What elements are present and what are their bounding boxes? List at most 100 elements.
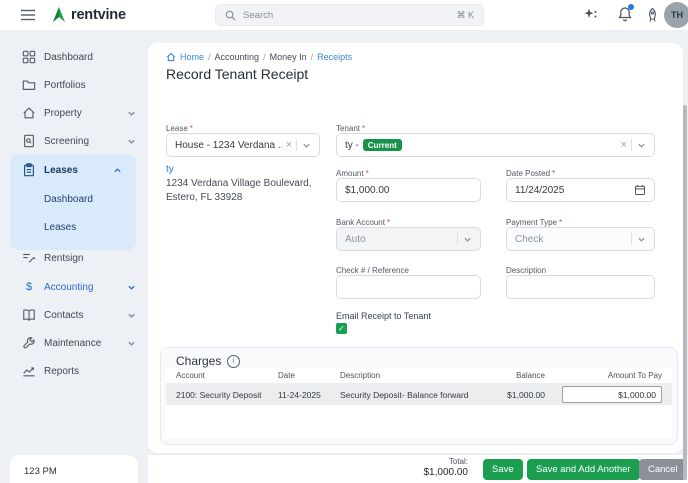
email-receipt-label: Email Receipt to Tenant <box>336 311 431 321</box>
document-search-icon <box>22 134 36 148</box>
breadcrumb-separator: / <box>208 52 211 62</box>
cell-balance: $1,000.00 <box>463 390 545 400</box>
total-label: Total: <box>398 457 468 466</box>
rentvine-logo-text[interactable]: rentvine <box>71 7 126 23</box>
wrench-icon <box>22 336 36 350</box>
lease-address: 1234 Verdana Village Boulevard, Estero, … <box>166 177 338 204</box>
breadcrumb-accounting[interactable]: Accounting <box>215 52 260 62</box>
hamburger-menu-icon[interactable] <box>20 8 36 22</box>
charges-title: Charges <box>176 354 221 368</box>
description-label: Description <box>506 266 546 275</box>
tenant-label: Tenant* <box>336 124 365 133</box>
breadcrumb-receipts-link[interactable]: Receipts <box>317 52 352 62</box>
email-receipt-checkbox[interactable]: ✓ <box>336 323 347 334</box>
payment-type-value: Check <box>515 234 631 245</box>
total-value: $1,000.00 <box>398 467 468 478</box>
tenant-select[interactable]: ty - Current × <box>336 133 655 157</box>
required-asterisk: * <box>190 124 193 133</box>
col-header-description: Description <box>340 371 380 380</box>
rentvine-logo-icon[interactable] <box>50 5 68 24</box>
chart-icon <box>22 364 36 378</box>
divider <box>631 139 632 151</box>
col-header-balance: Balance <box>463 371 545 380</box>
current-status-badge: Current <box>363 139 402 151</box>
lease-label: Lease* <box>166 124 193 133</box>
chevron-down-icon[interactable] <box>302 141 311 150</box>
calendar-icon[interactable] <box>634 184 646 196</box>
sidebar-item-property[interactable]: Property <box>22 103 136 123</box>
sidebar-item-leases[interactable]: Leases <box>22 160 122 180</box>
chevron-down-icon <box>127 283 136 292</box>
bank-account-value: Auto <box>345 234 457 245</box>
cell-date: 11-24-2025 <box>278 390 321 400</box>
lease-select-value: House - 1234 Verdana ... <box>175 140 282 151</box>
sidebar-item-rentsign[interactable]: Rentsign <box>22 248 136 268</box>
description-input[interactable] <box>506 275 655 299</box>
user-avatar[interactable]: TH <box>664 2 688 28</box>
chevron-down-icon[interactable] <box>463 235 472 244</box>
lease-select[interactable]: House - 1234 Verdana ... × <box>166 133 320 157</box>
sidebar-sublabel: Leases <box>44 222 76 233</box>
sidebar-item-maintenance[interactable]: Maintenance <box>22 333 136 353</box>
divider <box>631 233 632 245</box>
sidebar-subitem-leases-dashboard[interactable]: Dashboard <box>44 194 93 205</box>
sidebar-label: Dashboard <box>44 52 93 63</box>
save-button[interactable]: Save <box>483 459 523 480</box>
signature-icon <box>22 251 36 265</box>
sidebar-item-reports[interactable]: Reports <box>22 361 136 381</box>
sidebar-label: Accounting <box>44 282 127 293</box>
sidebar-label: Maintenance <box>44 338 127 349</box>
info-icon[interactable]: i <box>227 355 240 368</box>
date-posted-input[interactable]: 11/24/2025 <box>506 178 655 202</box>
breadcrumb-separator: / <box>263 52 266 62</box>
amount-to-pay-input[interactable] <box>562 386 662 403</box>
divider <box>457 233 458 245</box>
breadcrumb: Home / Accounting / Money In / Receipts <box>166 52 352 62</box>
rocket-icon[interactable] <box>645 7 660 23</box>
tenant-select-value: ty - <box>345 140 359 151</box>
cell-description: Security Deposit- Balance forward <box>340 390 469 400</box>
sidebar-label: Rentsign <box>44 253 83 264</box>
save-and-add-another-button[interactable]: Save and Add Another <box>527 459 640 480</box>
required-asterisk: * <box>366 169 369 178</box>
chevron-down-icon <box>127 109 136 118</box>
home-icon <box>22 106 36 120</box>
vertical-scrollbar[interactable] <box>683 105 687 480</box>
cell-account: 2100: Security Deposit <box>176 390 262 400</box>
ai-sparkle-icon[interactable] <box>583 7 599 23</box>
required-asterisk: * <box>387 218 390 227</box>
bank-account-select[interactable]: Auto <box>336 227 481 251</box>
search-shortcut: ⌘ K <box>456 10 474 21</box>
sidebar-label: Leases <box>44 165 113 176</box>
check-reference-input[interactable] <box>336 275 481 299</box>
clear-icon[interactable]: × <box>282 139 296 151</box>
clear-icon[interactable]: × <box>617 139 631 151</box>
col-header-amount-to-pay: Amount To Pay <box>562 371 662 380</box>
cancel-button[interactable]: Cancel <box>639 459 687 480</box>
search-input[interactable]: Search ⌘ K <box>215 4 484 26</box>
chevron-down-icon[interactable] <box>637 141 646 150</box>
sidebar-item-accounting[interactable]: $ Accounting <box>22 277 136 297</box>
chevron-up-icon <box>113 166 122 175</box>
sidebar-item-contacts[interactable]: Contacts <box>22 305 136 325</box>
grid-icon <box>22 50 36 64</box>
sidebar-item-portfolios[interactable]: Portfolios <box>22 75 136 95</box>
sidebar-sublabel: Dashboard <box>44 194 93 205</box>
amount-input[interactable] <box>336 178 481 202</box>
divider <box>296 139 297 151</box>
sidebar-item-screening[interactable]: Screening <box>22 131 136 151</box>
sidebar-subitem-leases-leases[interactable]: Leases <box>44 222 76 233</box>
notification-dot <box>628 4 634 10</box>
sidebar-label: Portfolios <box>44 80 86 91</box>
sidebar-label: Property <box>44 108 127 119</box>
payment-type-select[interactable]: Check <box>506 227 655 251</box>
tenant-name-link[interactable]: ty <box>166 164 174 175</box>
folder-icon <box>22 78 36 92</box>
avatar-initials: TH <box>671 10 683 20</box>
breadcrumb-home-link[interactable]: Home <box>180 52 204 62</box>
sidebar-account-card[interactable]: 123 PM <box>10 455 138 483</box>
chevron-down-icon[interactable] <box>637 235 646 244</box>
breadcrumb-money-in[interactable]: Money In <box>270 52 307 62</box>
sidebar-item-dashboard[interactable]: Dashboard <box>22 47 136 67</box>
home-icon <box>166 52 176 62</box>
